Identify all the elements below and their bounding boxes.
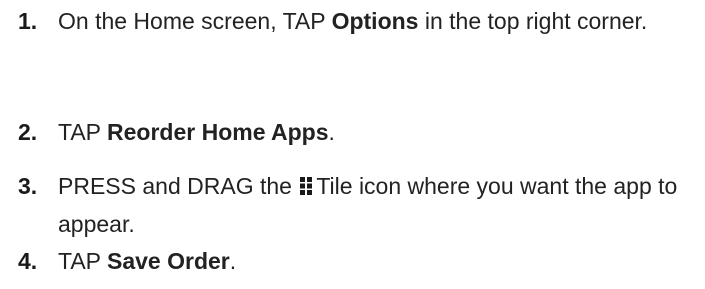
- step-text-after: .: [328, 119, 335, 145]
- step-bold-term: Reorder Home Apps: [107, 119, 329, 145]
- step-bold-term: Options: [331, 8, 419, 34]
- step-number: 3.: [18, 173, 38, 199]
- step-number: 1.: [18, 8, 38, 34]
- step-text-after: .: [229, 248, 237, 274]
- step-text: TAP Save Order.: [58, 242, 678, 280]
- step-text-before: TAP: [58, 248, 107, 274]
- tile-grid-icon: [300, 177, 313, 195]
- step-bold-term: Save Order: [107, 248, 230, 274]
- step-2: 2. TAP Reorder Home Apps.: [0, 113, 678, 151]
- step-text: PRESS and DRAG the Tile icon where you w…: [58, 167, 678, 243]
- step-1: 1. On the Home screen, TAP Options in th…: [0, 2, 678, 40]
- step-text-before: PRESS and DRAG the: [58, 173, 299, 199]
- step-number: 4.: [18, 248, 38, 274]
- step-3: 3. PRESS and DRAG the Tile icon where yo…: [0, 167, 678, 243]
- step-text-before: TAP: [58, 119, 107, 145]
- step-4: 4. TAP Save Order.: [0, 242, 678, 280]
- instruction-steps: 1. On the Home screen, TAP Options in th…: [0, 0, 705, 289]
- step-text-after: in the top right corner.: [418, 8, 648, 34]
- step-text: TAP Reorder Home Apps.: [58, 113, 678, 151]
- step-number: 2.: [18, 119, 38, 145]
- step-text: On the Home screen, TAP Options in the t…: [58, 2, 678, 40]
- step-text-before: On the Home screen, TAP: [58, 8, 332, 34]
